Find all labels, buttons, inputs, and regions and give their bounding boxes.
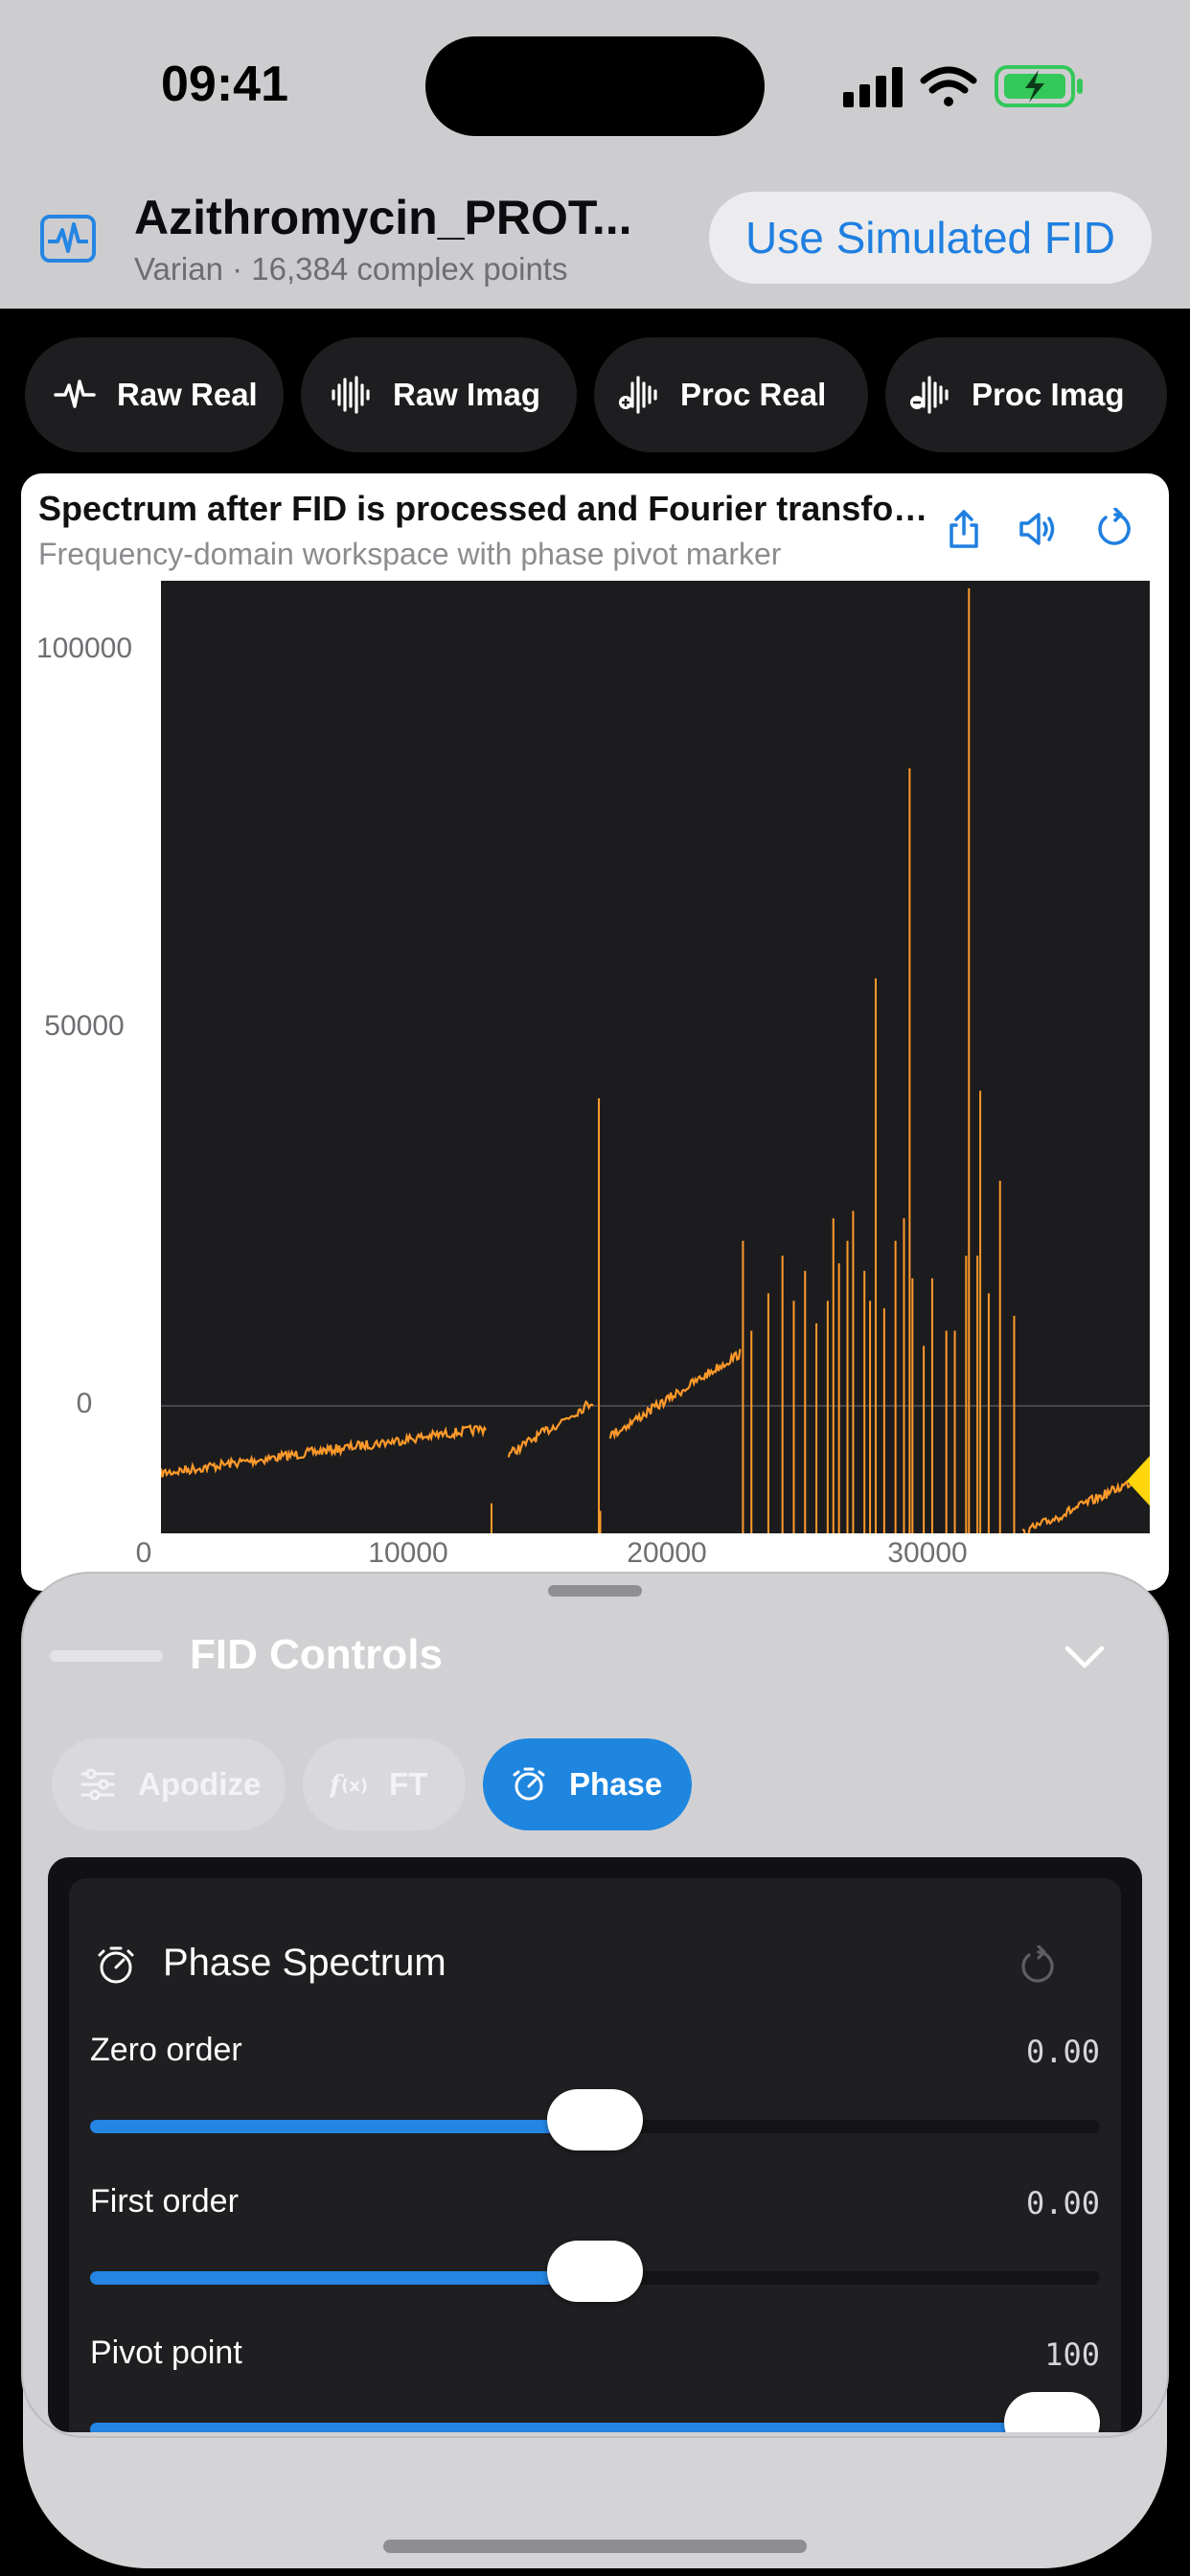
chip-label: Raw Real [117, 377, 258, 412]
tab-label: FT [389, 1766, 428, 1802]
y-tick-50000: 50000 [44, 1010, 125, 1042]
spectrum-title: Spectrum after FID is processed and Four… [38, 489, 929, 528]
share-icon [950, 510, 978, 548]
speaker-icon [1019, 513, 1055, 545]
home-indicator [383, 2540, 807, 2553]
waveform-monitor-icon [40, 215, 96, 263]
tab-apodize[interactable]: Apodize [52, 1738, 286, 1830]
pivot-point-value: 100 [1044, 2336, 1100, 2373]
share-button[interactable] [939, 504, 989, 554]
file-title: Azithromycin_PROT... [134, 191, 632, 244]
zero-order-label: Zero order [90, 2032, 242, 2068]
slider-thumb[interactable] [547, 2241, 643, 2302]
first-order-label: First order [90, 2183, 239, 2220]
spectrum-plot[interactable] [161, 581, 1150, 1533]
tab-label: Apodize [138, 1766, 262, 1802]
slider-thumb[interactable] [1004, 2392, 1100, 2432]
slider-fill [90, 2271, 595, 2285]
status-icons [843, 65, 1083, 107]
sonify-button[interactable] [1014, 504, 1064, 554]
slider-thumb[interactable] [547, 2089, 643, 2150]
waveform-plus-icon [619, 376, 657, 414]
svg-text:(x): (x) [341, 1776, 368, 1796]
tab-ft[interactable]: f (x) FT [303, 1738, 466, 1830]
spectrum-subtitle: Frequency-domain workspace with phase pi… [38, 537, 782, 571]
phase-title: Phase Spectrum [163, 1942, 446, 1984]
zero-order-value: 0.00 [1025, 2034, 1100, 2070]
tab-label: Phase [569, 1766, 663, 1802]
status-time: 09:41 [161, 57, 288, 112]
wifi-icon [920, 66, 977, 106]
first-order-slider[interactable] [90, 2241, 1100, 2302]
first-order-value: 0.00 [1025, 2185, 1100, 2221]
chip-label: Proc Imag [972, 377, 1125, 412]
chip-proc-real[interactable]: Proc Real [594, 337, 868, 452]
pivot-point-slider[interactable] [90, 2392, 1100, 2432]
x-tick-10000: 10000 [368, 1537, 448, 1569]
pulse-icon [54, 380, 96, 408]
spectrum-baseline-2 [608, 1348, 742, 1440]
reset-phase-icon[interactable] [1016, 1945, 1058, 1988]
view-mode-chips: Raw Real Raw Imag Proc Real Proc Imag [0, 309, 1190, 462]
spectrum-baseline-1 [507, 1399, 594, 1458]
pivot-point-label: Pivot point [90, 2334, 242, 2371]
chevron-down-icon[interactable] [1062, 1637, 1108, 1675]
app-header: 09:41 Azithromycin_PROT... Varian · 16,3… [0, 0, 1190, 309]
y-tick-0: 0 [76, 1388, 93, 1419]
battery-icon [995, 65, 1083, 107]
timer-icon [98, 1946, 134, 1984]
spectrum-baseline-0 [161, 1424, 488, 1478]
sheet-grabber[interactable] [548, 1585, 642, 1597]
spectrum-card: Spectrum after FID is processed and Four… [21, 473, 1169, 1591]
waveform-icon [332, 376, 370, 414]
y-tick-100000: 100000 [35, 632, 133, 664]
slider-fill [90, 2120, 595, 2133]
file-subtitle: Varian · 16,384 complex points [134, 251, 568, 287]
signal-icon [843, 67, 903, 107]
reset-spectrum-button[interactable] [1088, 504, 1138, 554]
phase-pivot-marker [1127, 1456, 1150, 1506]
timer-icon [513, 1767, 545, 1801]
dynamic-island [425, 36, 765, 136]
sheet-pill [50, 1650, 163, 1662]
chip-proc-imag[interactable]: Proc Imag [885, 337, 1167, 452]
x-tick-20000: 20000 [627, 1537, 707, 1569]
x-tick-30000: 30000 [887, 1537, 968, 1569]
slider-fill [90, 2423, 1052, 2432]
chip-raw-real[interactable]: Raw Real [25, 337, 284, 452]
zero-order-slider[interactable] [90, 2089, 1100, 2150]
function-icon: f (x) [330, 1771, 368, 1800]
sliders-icon [80, 1768, 115, 1801]
phase-panel-frame: Phase Spectrum Zero order 0.00 First ord… [48, 1857, 1142, 2432]
reset-icon [1098, 508, 1131, 545]
sheet-title: FID Controls [190, 1631, 443, 1678]
chip-label: Raw Imag [393, 377, 541, 412]
use-simulated-fid-button[interactable]: Use Simulated FID [709, 192, 1152, 284]
waveform-minus-icon [910, 376, 949, 414]
tab-phase[interactable]: Phase [483, 1738, 692, 1830]
chip-raw-imag[interactable]: Raw Imag [301, 337, 577, 452]
chip-label: Proc Real [680, 377, 827, 412]
x-tick-0: 0 [135, 1537, 152, 1569]
phase-panel: Phase Spectrum Zero order 0.00 First ord… [69, 1878, 1121, 2432]
